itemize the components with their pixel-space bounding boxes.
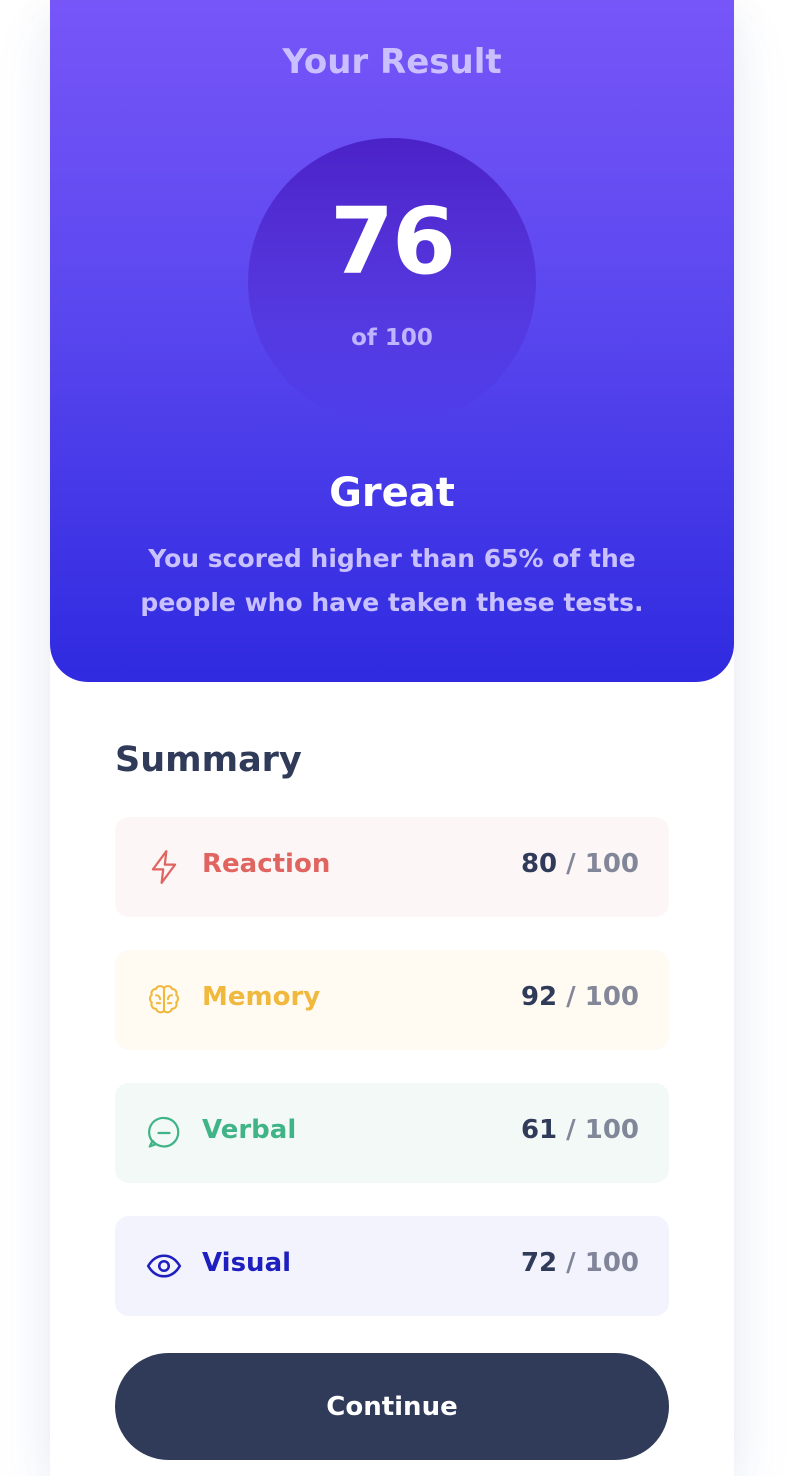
lightning-icon: [145, 848, 183, 886]
summary-score: 61 / 100: [521, 1115, 639, 1145]
score-number: 72: [520, 1248, 558, 1278]
eye-icon: [145, 1247, 183, 1285]
summary-label: Verbal: [202, 1115, 297, 1145]
result-title: Your Result: [282, 42, 502, 82]
summary-label: Reaction: [202, 849, 331, 879]
score-number: 80: [520, 849, 558, 879]
result-panel: Your Result 76 of 100 Great You scored h…: [50, 0, 734, 682]
summary-row-reaction: Reaction 80 / 100: [115, 817, 669, 917]
summary-row-verbal: Verbal 61 / 100: [115, 1083, 669, 1183]
score-number: 92: [520, 982, 558, 1012]
summary-label: Memory: [202, 982, 321, 1012]
summary-score: 72 / 100: [521, 1248, 639, 1278]
summary-title: Summary: [115, 740, 302, 780]
summary-score: 80 / 100: [521, 849, 639, 879]
continue-button[interactable]: Continue: [115, 1353, 669, 1460]
grade-label: Great: [329, 470, 455, 516]
score-number: 61: [520, 1115, 558, 1145]
summary-row-visual: Visual 72 / 100: [115, 1216, 669, 1316]
results-card: Your Result 76 of 100 Great You scored h…: [50, 0, 734, 1476]
score-max: / 100: [557, 849, 639, 879]
summary-score: 92 / 100: [521, 982, 639, 1012]
score-of-label: of 100: [351, 325, 433, 351]
score-value: 76: [329, 188, 456, 295]
score-max: / 100: [557, 982, 639, 1012]
brain-icon: [145, 981, 183, 1019]
result-description: You scored higher than 65% of the people…: [140, 544, 644, 617]
summary-label: Visual: [202, 1248, 292, 1278]
score-max: / 100: [557, 1115, 639, 1145]
summary-row-memory: Memory 92 / 100: [115, 950, 669, 1050]
score-max: / 100: [557, 1248, 639, 1278]
chat-bubble-icon: [145, 1114, 183, 1152]
